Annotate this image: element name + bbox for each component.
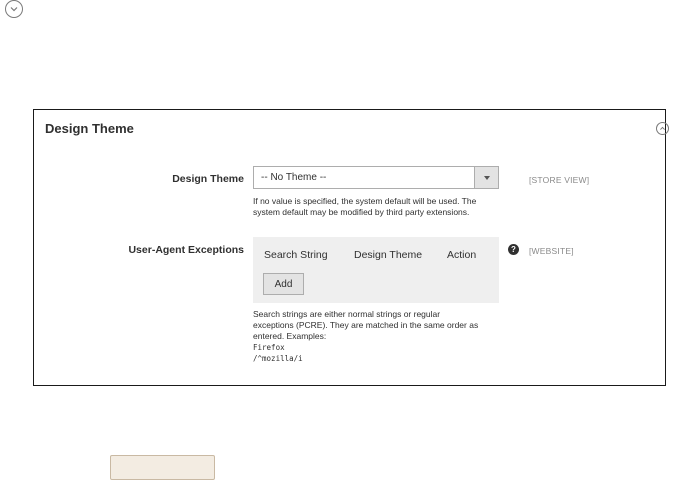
exceptions-note: Search strings are either normal strings…	[253, 309, 513, 364]
help-icon[interactable]: ?	[508, 244, 519, 255]
design-theme-select[interactable]: -- No Theme --	[253, 166, 499, 189]
collapse-chevron-icon[interactable]	[656, 122, 669, 135]
panel-title: Design Theme	[45, 121, 134, 136]
column-header-design-theme: Design Theme	[354, 249, 423, 261]
design-theme-note-line: If no value is specified, the system def…	[253, 196, 477, 206]
exceptions-note-line: entered. Examples:	[253, 331, 327, 341]
dropdown-arrow-icon[interactable]	[474, 167, 498, 188]
design-theme-label: Design Theme	[172, 173, 244, 185]
store-view-scope: [STORE VIEW]	[529, 175, 590, 185]
user-agent-exceptions-label: User-Agent Exceptions	[128, 244, 244, 256]
example-firefox: Firefox	[253, 343, 285, 352]
website-scope: [WEBSITE]	[529, 246, 574, 256]
add-exception-button[interactable]: Add	[263, 273, 304, 295]
design-theme-note-line: system default may be modified by third …	[253, 207, 470, 217]
bottom-action-button[interactable]	[110, 455, 215, 480]
design-theme-panel: Design Theme Design Theme -- No Theme --…	[33, 109, 669, 386]
column-header-search-string: Search String	[264, 249, 328, 261]
column-header-action: Action	[447, 249, 477, 261]
exceptions-grid: Search String Design Theme Action Add	[253, 237, 499, 303]
design-theme-note: If no value is specified, the system def…	[253, 196, 513, 218]
exceptions-note-line: exceptions (PCRE). They are matched in t…	[253, 320, 479, 330]
design-theme-selected-value: -- No Theme --	[261, 172, 327, 183]
expand-chevron-icon[interactable]	[5, 0, 23, 18]
exceptions-note-line: Search strings are either normal strings…	[253, 309, 441, 319]
example-mozilla-regex: /^mozilla/i	[253, 354, 303, 363]
